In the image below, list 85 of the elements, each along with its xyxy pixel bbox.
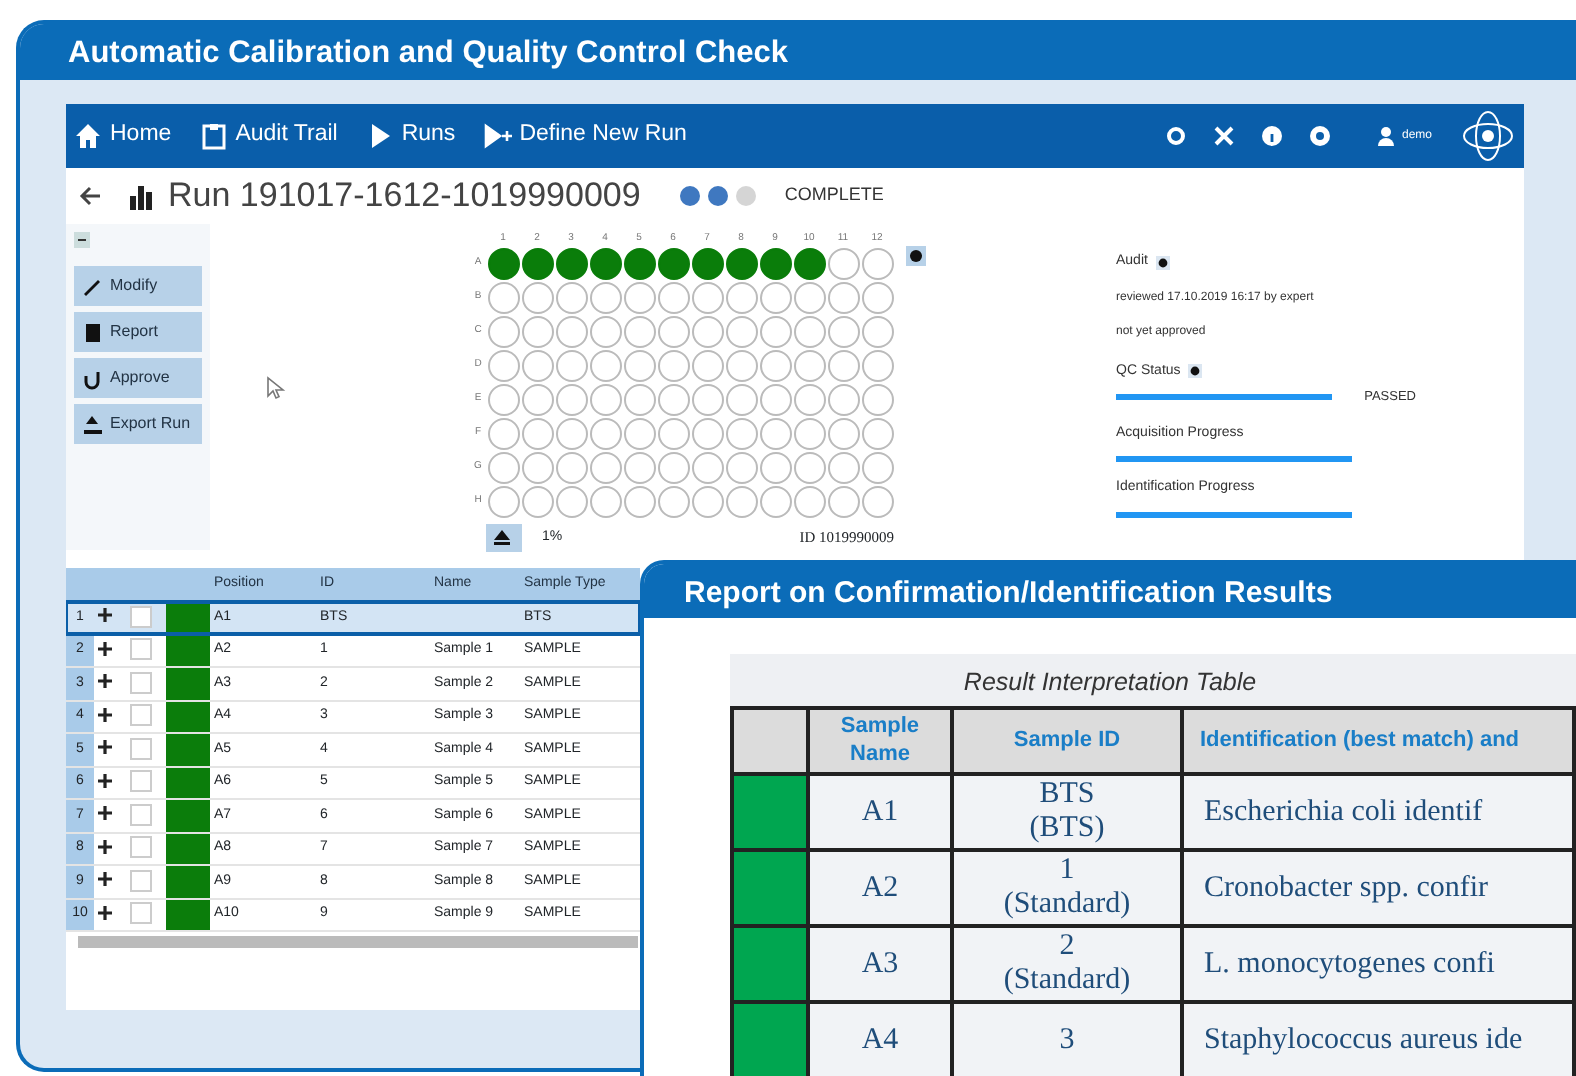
column-header: Sample ID [1013, 728, 1121, 753]
clipboard-icon [199, 122, 228, 150]
expand-icon[interactable] [98, 740, 112, 755]
table-cell-text: (Standard) [1001, 887, 1133, 921]
plate-well[interactable] [691, 247, 723, 279]
nav-link[interactable]: Home [74, 118, 172, 154]
nav-link[interactable]: Define New Run [483, 118, 687, 154]
expand-icon[interactable] [98, 707, 112, 722]
eye-icon[interactable] [906, 245, 926, 266]
column-header: Sample Name [840, 714, 920, 767]
bar-chart-icon [130, 183, 152, 209]
info-icon[interactable] [1261, 126, 1282, 146]
expand-icon[interactable] [98, 674, 112, 689]
row-checkbox[interactable] [130, 869, 152, 892]
expand-icon[interactable] [98, 872, 112, 887]
table-cell-text: 3 [1057, 1023, 1077, 1057]
table-cell: A1 [861, 795, 899, 828]
action-button[interactable]: Export Run [74, 404, 202, 444]
plate-well[interactable] [657, 247, 689, 279]
eye-icon[interactable] [1188, 364, 1203, 379]
back-arrow-icon[interactable] [78, 184, 102, 208]
row-checkbox[interactable] [130, 770, 152, 793]
action-button[interactable]: Modify [74, 266, 202, 306]
tools-icon[interactable] [1213, 126, 1234, 146]
eject-button[interactable] [486, 524, 522, 552]
column-header: Identification (best match) and [1200, 728, 1520, 753]
plate-well[interactable] [793, 247, 825, 279]
row-checkbox[interactable] [130, 737, 152, 760]
home-icon [74, 122, 102, 150]
panel-title: Automatic Calibration and Quality Control Check [20, 24, 1576, 80]
table-cell: A2 [861, 871, 899, 904]
table-cell: A3 [861, 947, 899, 980]
report-title: Report on Confirmation/Identification Results [644, 564, 1576, 618]
plate-well[interactable] [623, 247, 655, 279]
document-icon [82, 321, 104, 343]
run-status: COMPLETE [784, 182, 884, 209]
table-cell: A4 [861, 1023, 899, 1056]
expand-icon[interactable] [98, 773, 112, 788]
table-cell: Escherichia coli identif [1204, 795, 1483, 828]
plate-well[interactable] [521, 247, 553, 279]
action-button[interactable]: Report [74, 312, 202, 352]
logo-drawing [1460, 108, 1516, 164]
eject-icon [494, 530, 510, 546]
cursor-icon [266, 375, 286, 399]
run-title: Run 191017-1612-1019990009 [168, 174, 641, 219]
row-checkbox[interactable] [130, 803, 152, 826]
user-icon[interactable] [1377, 126, 1394, 146]
table-cell-text: (BTS) [1027, 811, 1107, 845]
plate-well[interactable] [487, 247, 519, 279]
pencil-icon [82, 275, 104, 297]
row-checkbox[interactable] [130, 704, 152, 727]
table-cell: Staphylococcus aureus ide [1204, 1023, 1523, 1056]
expand-icon[interactable] [98, 839, 112, 854]
plate-well[interactable] [555, 247, 587, 279]
expand-icon[interactable] [98, 905, 112, 920]
upload-icon [82, 413, 104, 435]
plate-well[interactable] [725, 247, 757, 279]
table-caption: Result Interpretation Table [963, 668, 1257, 696]
arrow-plus-icon [483, 122, 512, 150]
plate-well[interactable] [589, 247, 621, 279]
expand-icon[interactable] [98, 641, 112, 656]
nav-link[interactable]: Audit Trail [199, 118, 338, 154]
collapse-icon[interactable] [74, 232, 90, 248]
table-cell-text: 1 [1057, 854, 1077, 888]
plate-well[interactable] [759, 247, 791, 279]
row-checkbox[interactable] [130, 902, 152, 925]
row-checkbox[interactable] [130, 671, 152, 694]
row-checkbox[interactable] [130, 605, 152, 628]
expand-icon[interactable] [98, 806, 112, 821]
expand-icon[interactable] [98, 608, 112, 623]
hook-icon [82, 367, 104, 389]
table-cell: Cronobacter spp. confir [1204, 871, 1489, 904]
action-button[interactable]: Approve [74, 358, 202, 398]
scrollbar[interactable] [78, 936, 638, 948]
status-dots [680, 186, 757, 206]
nav-link[interactable]: Runs [365, 118, 456, 154]
settings-icon[interactable] [1165, 126, 1186, 146]
eye-icon[interactable] [1155, 255, 1170, 270]
row-checkbox[interactable] [130, 836, 152, 859]
table-cell-text: (Standard) [1001, 963, 1133, 997]
row-checkbox[interactable] [130, 638, 152, 661]
table-cell-text: BTS [1037, 778, 1097, 812]
help-icon[interactable] [1309, 126, 1330, 146]
table-cell-text: 2 [1057, 930, 1077, 964]
table-cell: L. monocytogenes confi [1204, 947, 1495, 980]
